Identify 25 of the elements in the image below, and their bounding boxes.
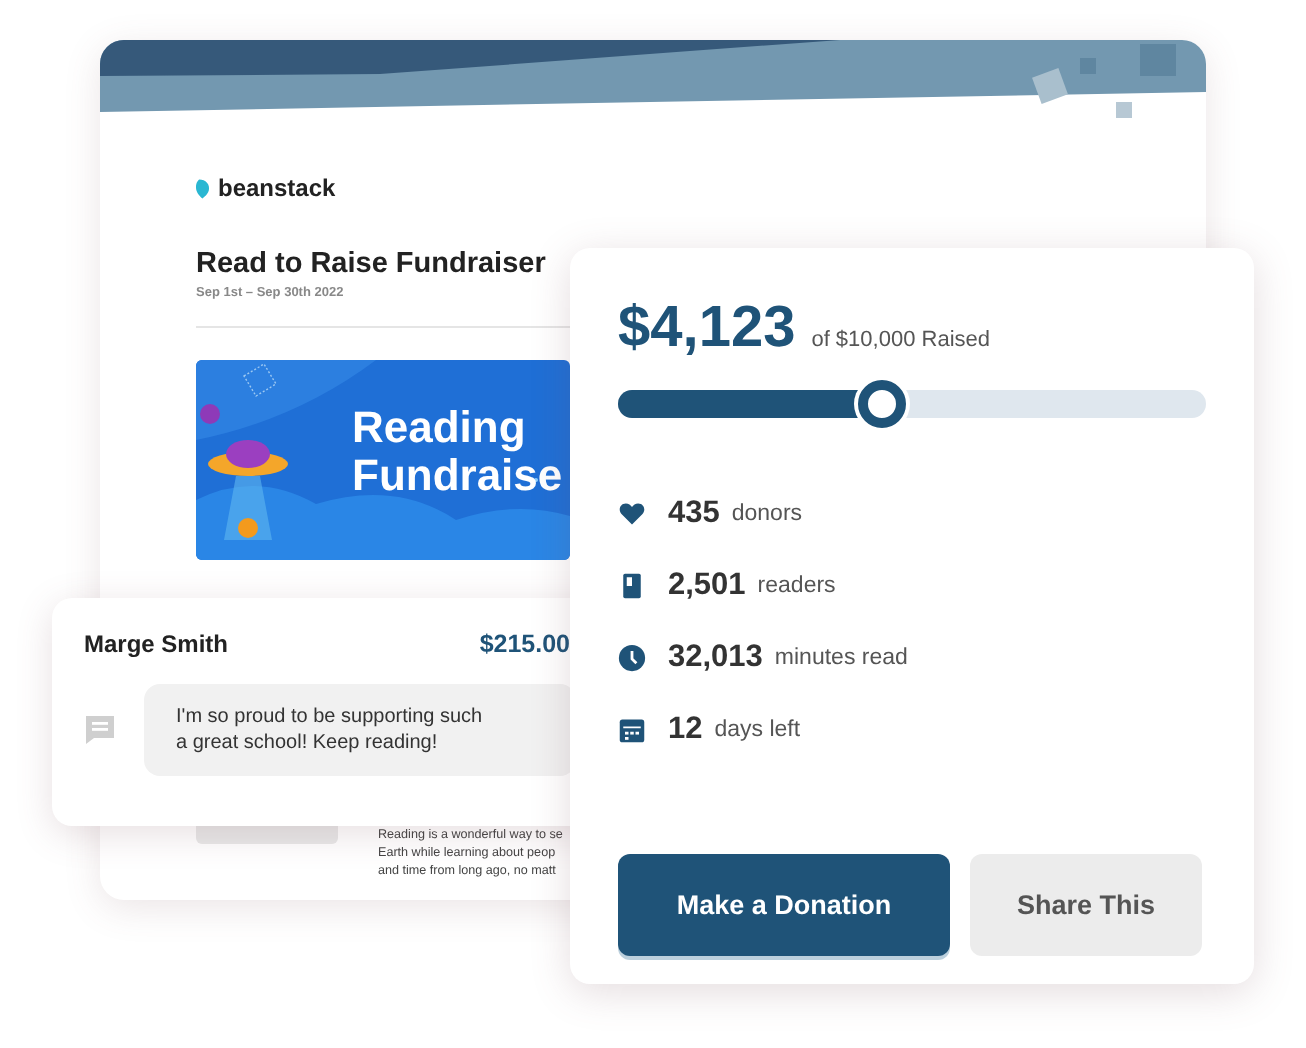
calendar-icon [618, 715, 646, 743]
heart-icon [618, 499, 646, 527]
stat-label: days left [714, 717, 801, 741]
comment-text: I'm so proud to be supporting such a great school! Keep reading! [176, 704, 485, 756]
stat-value: 2,501 [668, 567, 746, 603]
logo-icon [196, 177, 212, 199]
stat-value: 32,013 [668, 639, 763, 675]
donor-name: Marge Smith [84, 630, 229, 658]
goal-text: of $10,000 Raised [811, 328, 990, 352]
stat-value: 435 [668, 495, 720, 531]
comment-icon [84, 714, 116, 746]
stat-value: 12 [668, 711, 703, 747]
banner-title: Reading [352, 404, 528, 452]
page-title: Read to Raise Fundraiser [196, 248, 548, 280]
share-button[interactable]: Share This [970, 854, 1202, 956]
stat-label: donors [731, 501, 803, 525]
stat-label: minutes read [774, 645, 908, 669]
donation-amount: $215.00 [479, 630, 570, 658]
stat-label: readers [757, 573, 836, 597]
logo-text: beanstack [218, 174, 336, 202]
clock-icon [618, 643, 646, 671]
donate-button[interactable]: Make a Donation [618, 854, 950, 956]
banner-title: Fundraise [352, 452, 563, 500]
book-icon [618, 571, 646, 599]
raised-amount: $4,123 [618, 296, 796, 362]
